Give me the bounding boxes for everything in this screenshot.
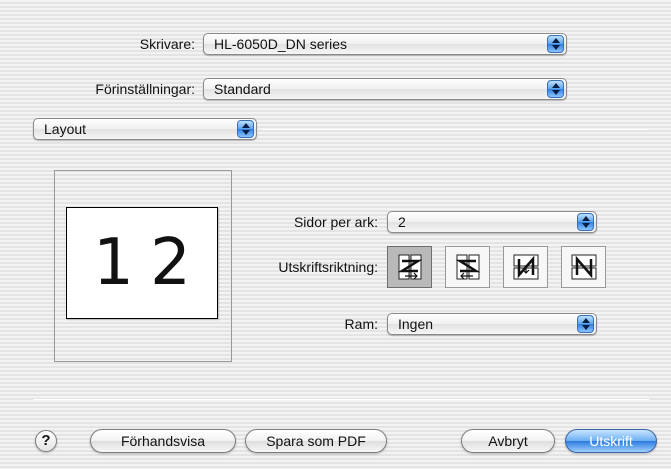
- reverse-z-icon: [455, 254, 480, 280]
- popup-arrows-icon: [577, 213, 594, 231]
- cancel-button[interactable]: Avbryt: [461, 429, 555, 453]
- presets-popup[interactable]: Standard: [203, 78, 567, 100]
- panel-popup[interactable]: Layout: [33, 118, 257, 140]
- panel-popup-value: Layout: [44, 121, 87, 137]
- help-button[interactable]: ?: [35, 430, 57, 452]
- panel-separator: [262, 129, 649, 130]
- presets-label: Förinställningar:: [95, 81, 195, 97]
- popup-arrows-icon: [237, 120, 254, 138]
- layout-direction-option-reverse-z[interactable]: [445, 246, 490, 288]
- bottom-separator: [33, 399, 649, 400]
- layout-preview-page: 1 2: [66, 207, 218, 319]
- popup-arrows-icon: [577, 315, 594, 333]
- layout-direction-option-n-reverse[interactable]: [503, 246, 548, 288]
- border-label: Ram:: [344, 316, 378, 332]
- pages-per-sheet-popup[interactable]: 2: [387, 211, 597, 233]
- n-reverse-icon: [513, 254, 538, 280]
- help-icon: ?: [41, 432, 51, 449]
- pages-per-sheet-value: 2: [398, 214, 406, 230]
- layout-direction-label: Utskriftsriktning:: [278, 259, 378, 275]
- layout-direction-option-n[interactable]: [561, 246, 606, 288]
- preview-page-number-2: 2: [150, 226, 191, 300]
- printer-label: Skrivare:: [139, 36, 195, 52]
- n-icon: [571, 254, 596, 280]
- presets-popup-value: Standard: [214, 81, 271, 97]
- preview-button[interactable]: Förhandsvisa: [90, 429, 236, 453]
- save-as-pdf-button[interactable]: Spara som PDF: [245, 429, 387, 453]
- pages-per-sheet-label: Sidor per ark:: [293, 214, 378, 230]
- print-button[interactable]: Utskrift: [565, 429, 657, 453]
- border-popup[interactable]: Ingen: [387, 313, 597, 335]
- printer-popup[interactable]: HL-6050D_DN series: [203, 33, 567, 55]
- z-icon: [397, 254, 422, 280]
- printer-popup-value: HL-6050D_DN series: [214, 36, 348, 52]
- preview-page-number-1: 1: [93, 226, 134, 300]
- popup-arrows-icon: [547, 35, 564, 53]
- border-popup-value: Ingen: [398, 316, 434, 332]
- layout-direction-option-z[interactable]: [387, 246, 432, 288]
- popup-arrows-icon: [547, 80, 564, 98]
